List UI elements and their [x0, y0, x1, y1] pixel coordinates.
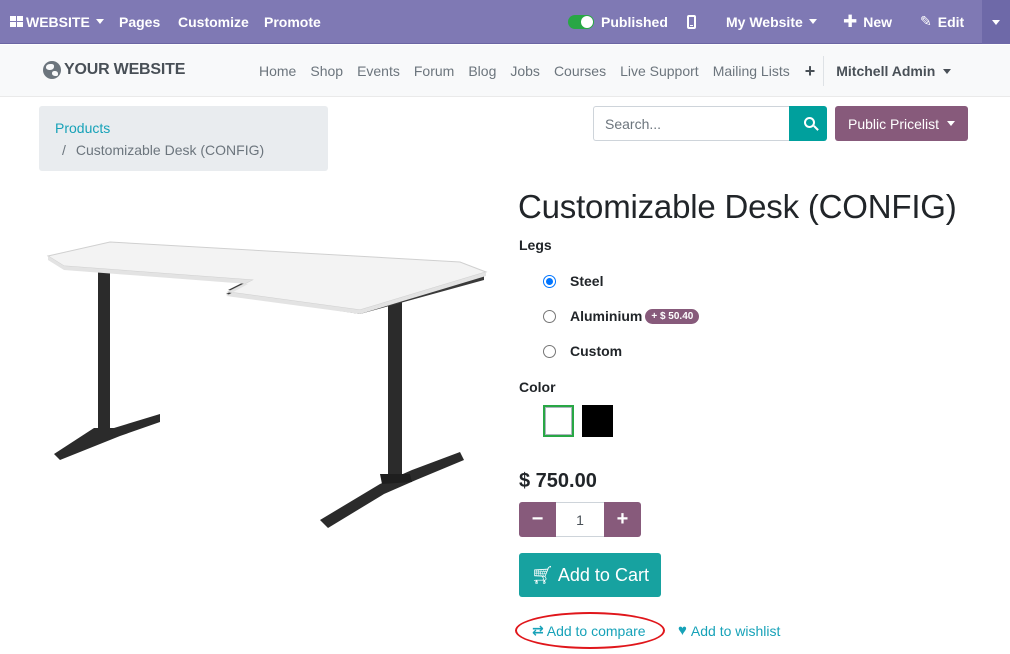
breadcrumb-separator: / [62, 142, 66, 158]
breadcrumb-current: / Customizable Desk (CONFIG) [55, 142, 312, 158]
product-search [593, 106, 827, 141]
new-button[interactable]: ✚ New [843, 0, 892, 44]
add-to-wishlist-link[interactable]: ♥ Add to wishlist [678, 622, 780, 639]
new-label: New [863, 13, 893, 30]
nav-link-mailing-lists[interactable]: Mailing Lists [706, 45, 797, 97]
add-menu-item-icon[interactable]: + [797, 45, 824, 97]
legs-attribute-label: Legs [519, 237, 552, 253]
add-to-cart-label: Add to Cart [557, 564, 649, 585]
highlight-annotation-circle [515, 612, 665, 649]
radio-button-checked[interactable] [543, 274, 556, 288]
my-website-label: My Website [726, 13, 803, 30]
website-navbar: YOUR WEBSITE Home Shop Events Forum Blog… [0, 45, 1010, 97]
chevron-down-icon [943, 68, 952, 74]
quantity-increase-button[interactable]: + [604, 502, 641, 537]
website-apps-menu[interactable]: WEBSITE [10, 0, 104, 44]
legs-option-steel[interactable]: Steel [543, 273, 603, 289]
nav-link-forum[interactable]: Forum [407, 45, 461, 97]
user-menu[interactable]: Mitchell Admin [824, 45, 963, 97]
legs-option-aluminium[interactable]: Aluminium + $ 50.40 [543, 308, 700, 324]
nav-link-courses[interactable]: Courses [547, 45, 613, 97]
legs-option-custom[interactable]: Custom [543, 343, 622, 359]
radio-button[interactable] [543, 309, 556, 323]
nav-link-events[interactable]: Events [350, 45, 407, 97]
chevron-down-icon [95, 19, 104, 24]
legs-option-label: Steel [570, 273, 604, 289]
edit-label: Edit [937, 13, 965, 30]
product-image [46, 241, 488, 528]
product-title: Customizable Desk (CONFIG) [518, 188, 957, 225]
globe-icon [43, 61, 61, 79]
site-logo[interactable]: YOUR WEBSITE [43, 61, 185, 79]
search-button[interactable] [789, 106, 827, 141]
customize-menu[interactable]: Customize [178, 0, 249, 44]
nav-link-jobs[interactable]: Jobs [503, 45, 547, 97]
nav-link-shop[interactable]: Shop [303, 45, 350, 97]
color-swatch-black[interactable] [582, 405, 613, 437]
my-website-menu[interactable]: My Website [726, 0, 817, 44]
legs-option-label: Custom [570, 343, 623, 359]
mobile-phone-icon [687, 14, 696, 29]
quantity-decrease-button[interactable]: − [519, 502, 556, 537]
published-toggle[interactable]: Published [568, 0, 668, 44]
search-input[interactable] [593, 106, 789, 141]
nav-link-home[interactable]: Home [252, 45, 303, 97]
breadcrumb: Products / Customizable Desk (CONFIG) [39, 106, 328, 171]
mobile-preview-button[interactable] [687, 0, 696, 44]
add-to-wishlist-label: Add to wishlist [690, 622, 781, 639]
search-icon [803, 117, 815, 128]
nav-link-live-support[interactable]: Live Support [613, 45, 706, 97]
edit-dropdown-toggle[interactable] [982, 0, 1010, 44]
radio-button[interactable] [543, 344, 556, 358]
color-attribute-label: Color [519, 379, 556, 395]
apps-grid-icon [10, 16, 23, 27]
main-menu: Home Shop Events Forum Blog Jobs Courses… [252, 45, 963, 97]
admin-top-bar: WEBSITE Pages Customize Promote Publishe… [0, 0, 1010, 44]
breadcrumb-current-label: Customizable Desk (CONFIG) [75, 142, 265, 158]
product-price: $ 750.00 [519, 470, 597, 492]
pencil-icon: ✎ [920, 13, 932, 29]
pages-menu[interactable]: Pages [119, 0, 160, 44]
chevron-down-icon [808, 19, 817, 24]
logo-text: YOUR WEBSITE [64, 61, 186, 78]
plus-icon: ✚ [843, 12, 858, 31]
breadcrumb-products-link[interactable]: Products [55, 120, 312, 136]
pricelist-dropdown[interactable]: Public Pricelist [835, 106, 968, 141]
promote-menu[interactable]: Promote [264, 0, 321, 44]
edit-button[interactable]: ✎ Edit [920, 0, 964, 44]
add-to-cart-button[interactable]: 🛒︎ Add to Cart [519, 553, 661, 597]
heart-icon: ♥ [678, 622, 687, 639]
pricelist-label: Public Pricelist [847, 115, 940, 132]
price-extra-badge: + $ 50.40 [645, 308, 700, 324]
legs-option-label: Aluminium [570, 308, 643, 324]
user-name: Mitchell Admin [836, 63, 936, 79]
nav-link-blog[interactable]: Blog [461, 45, 503, 97]
published-label: Published [601, 13, 668, 30]
quantity-input[interactable] [556, 502, 604, 537]
website-menu-label: WEBSITE [26, 13, 90, 30]
toggle-switch-icon [568, 14, 594, 29]
chevron-down-icon [947, 121, 956, 126]
color-swatch-white[interactable] [543, 405, 574, 437]
chevron-down-icon [992, 19, 1000, 25]
shopping-cart-icon: 🛒︎ [531, 564, 554, 585]
quantity-stepper: − + [519, 502, 641, 537]
